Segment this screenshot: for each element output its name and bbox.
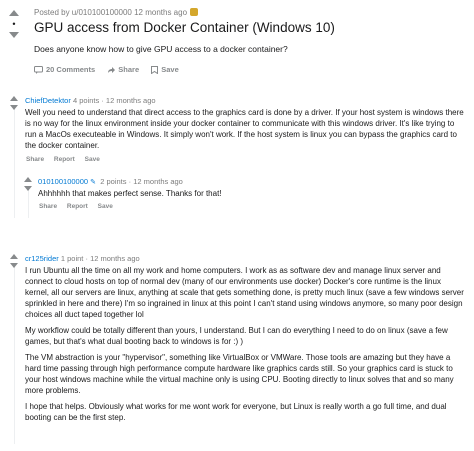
upvote-arrow-icon[interactable] (9, 10, 19, 16)
comment-points: 2 points (100, 177, 127, 186)
thread-line[interactable] (28, 188, 29, 218)
comment-points: 1 point (60, 254, 84, 263)
comment-author[interactable]: 010100100000 (38, 177, 88, 186)
downvote-arrow-icon[interactable] (10, 263, 18, 268)
comment-vote (24, 177, 34, 191)
upvote-arrow-icon[interactable] (10, 96, 18, 101)
comment-author[interactable]: ChiefDetektor (25, 96, 71, 105)
comment-header: 010100100000 ✎ 2 points · 12 months ago (38, 177, 183, 186)
comment-vote (10, 254, 20, 268)
comment-author[interactable]: cr125rider (25, 254, 59, 263)
comment-vote (10, 96, 20, 110)
meta-separator: · (85, 254, 88, 263)
downvote-arrow-icon[interactable] (24, 186, 32, 191)
op-pencil-icon: ✎ (90, 179, 97, 186)
share-label: Share (118, 65, 140, 74)
downvote-arrow-icon[interactable] (9, 32, 19, 38)
comment-actions: Share Report Save (39, 203, 121, 210)
comment-paragraph: My workflow could be totally different t… (25, 326, 448, 346)
comment-paragraph: I hope that helps. Obviously what works … (25, 402, 447, 422)
post-meta-text: Posted by u/010100100000 12 months ago (34, 8, 188, 17)
comment-body: Ahhhhhh that makes perfect sense. Thanks… (38, 188, 458, 204)
upvote-arrow-icon[interactable] (24, 177, 32, 182)
comment-points: 4 points (72, 96, 100, 105)
post: • Posted by u/010100100000 12 months ago… (0, 0, 474, 80)
comment-actions: Share Report Save (26, 156, 108, 163)
comment-share-button[interactable]: Share (26, 156, 44, 163)
comment-time: 12 months ago (90, 254, 140, 263)
thread-line[interactable] (14, 264, 15, 444)
post-actions: 20 Comments Share Save (34, 65, 189, 76)
post-vote-score: • (12, 19, 16, 29)
thread-line[interactable] (14, 108, 15, 218)
save-label: Save (161, 65, 179, 74)
comment-save-button[interactable]: Save (98, 203, 113, 210)
comment-report-button[interactable]: Report (67, 203, 88, 210)
downvote-arrow-icon[interactable] (10, 105, 18, 110)
comment-report-button[interactable]: Report (54, 156, 75, 163)
post-title[interactable]: GPU access from Docker Container (Window… (34, 20, 335, 35)
meta-separator: · (101, 96, 104, 105)
comment-header: ChiefDetektor 4 points · 12 months ago (25, 96, 156, 105)
award-icon (190, 8, 199, 16)
comment-paragraph: The VM abstraction is your "hypervisor",… (25, 353, 454, 395)
post-meta: Posted by u/010100100000 12 months ago (34, 8, 199, 17)
comment-time: 12 months ago (105, 96, 156, 105)
meta-separator: · (128, 177, 132, 186)
comment-paragraph: Well you need to understand that direct … (25, 108, 464, 150)
upvote-arrow-icon[interactable] (10, 254, 18, 259)
comment-header: cr125rider 1 point · 12 months ago (25, 254, 140, 263)
comments-label: 20 Comments (46, 65, 96, 74)
post-body: Does anyone know how to give GPU access … (34, 44, 288, 54)
save-button[interactable]: Save (151, 65, 179, 74)
post-vote-column: • (4, 8, 24, 38)
comment-save-button[interactable]: Save (85, 156, 100, 163)
share-icon (108, 66, 116, 73)
comment-share-button[interactable]: Share (39, 203, 57, 210)
comment-paragraph: Ahhhhhh that makes perfect sense. Thanks… (38, 189, 222, 198)
bookmark-icon (151, 65, 159, 74)
comment-paragraph: I run Ubuntu all the time on all my work… (25, 266, 464, 319)
comment-body: Well you need to understand that direct … (25, 107, 467, 156)
comment-icon (34, 65, 43, 74)
share-button[interactable]: Share (107, 65, 139, 74)
comments-button[interactable]: 20 Comments (34, 65, 95, 74)
comment-body: I run Ubuntu all the time on all my work… (25, 265, 467, 428)
comment-time: 12 months ago (133, 177, 183, 186)
